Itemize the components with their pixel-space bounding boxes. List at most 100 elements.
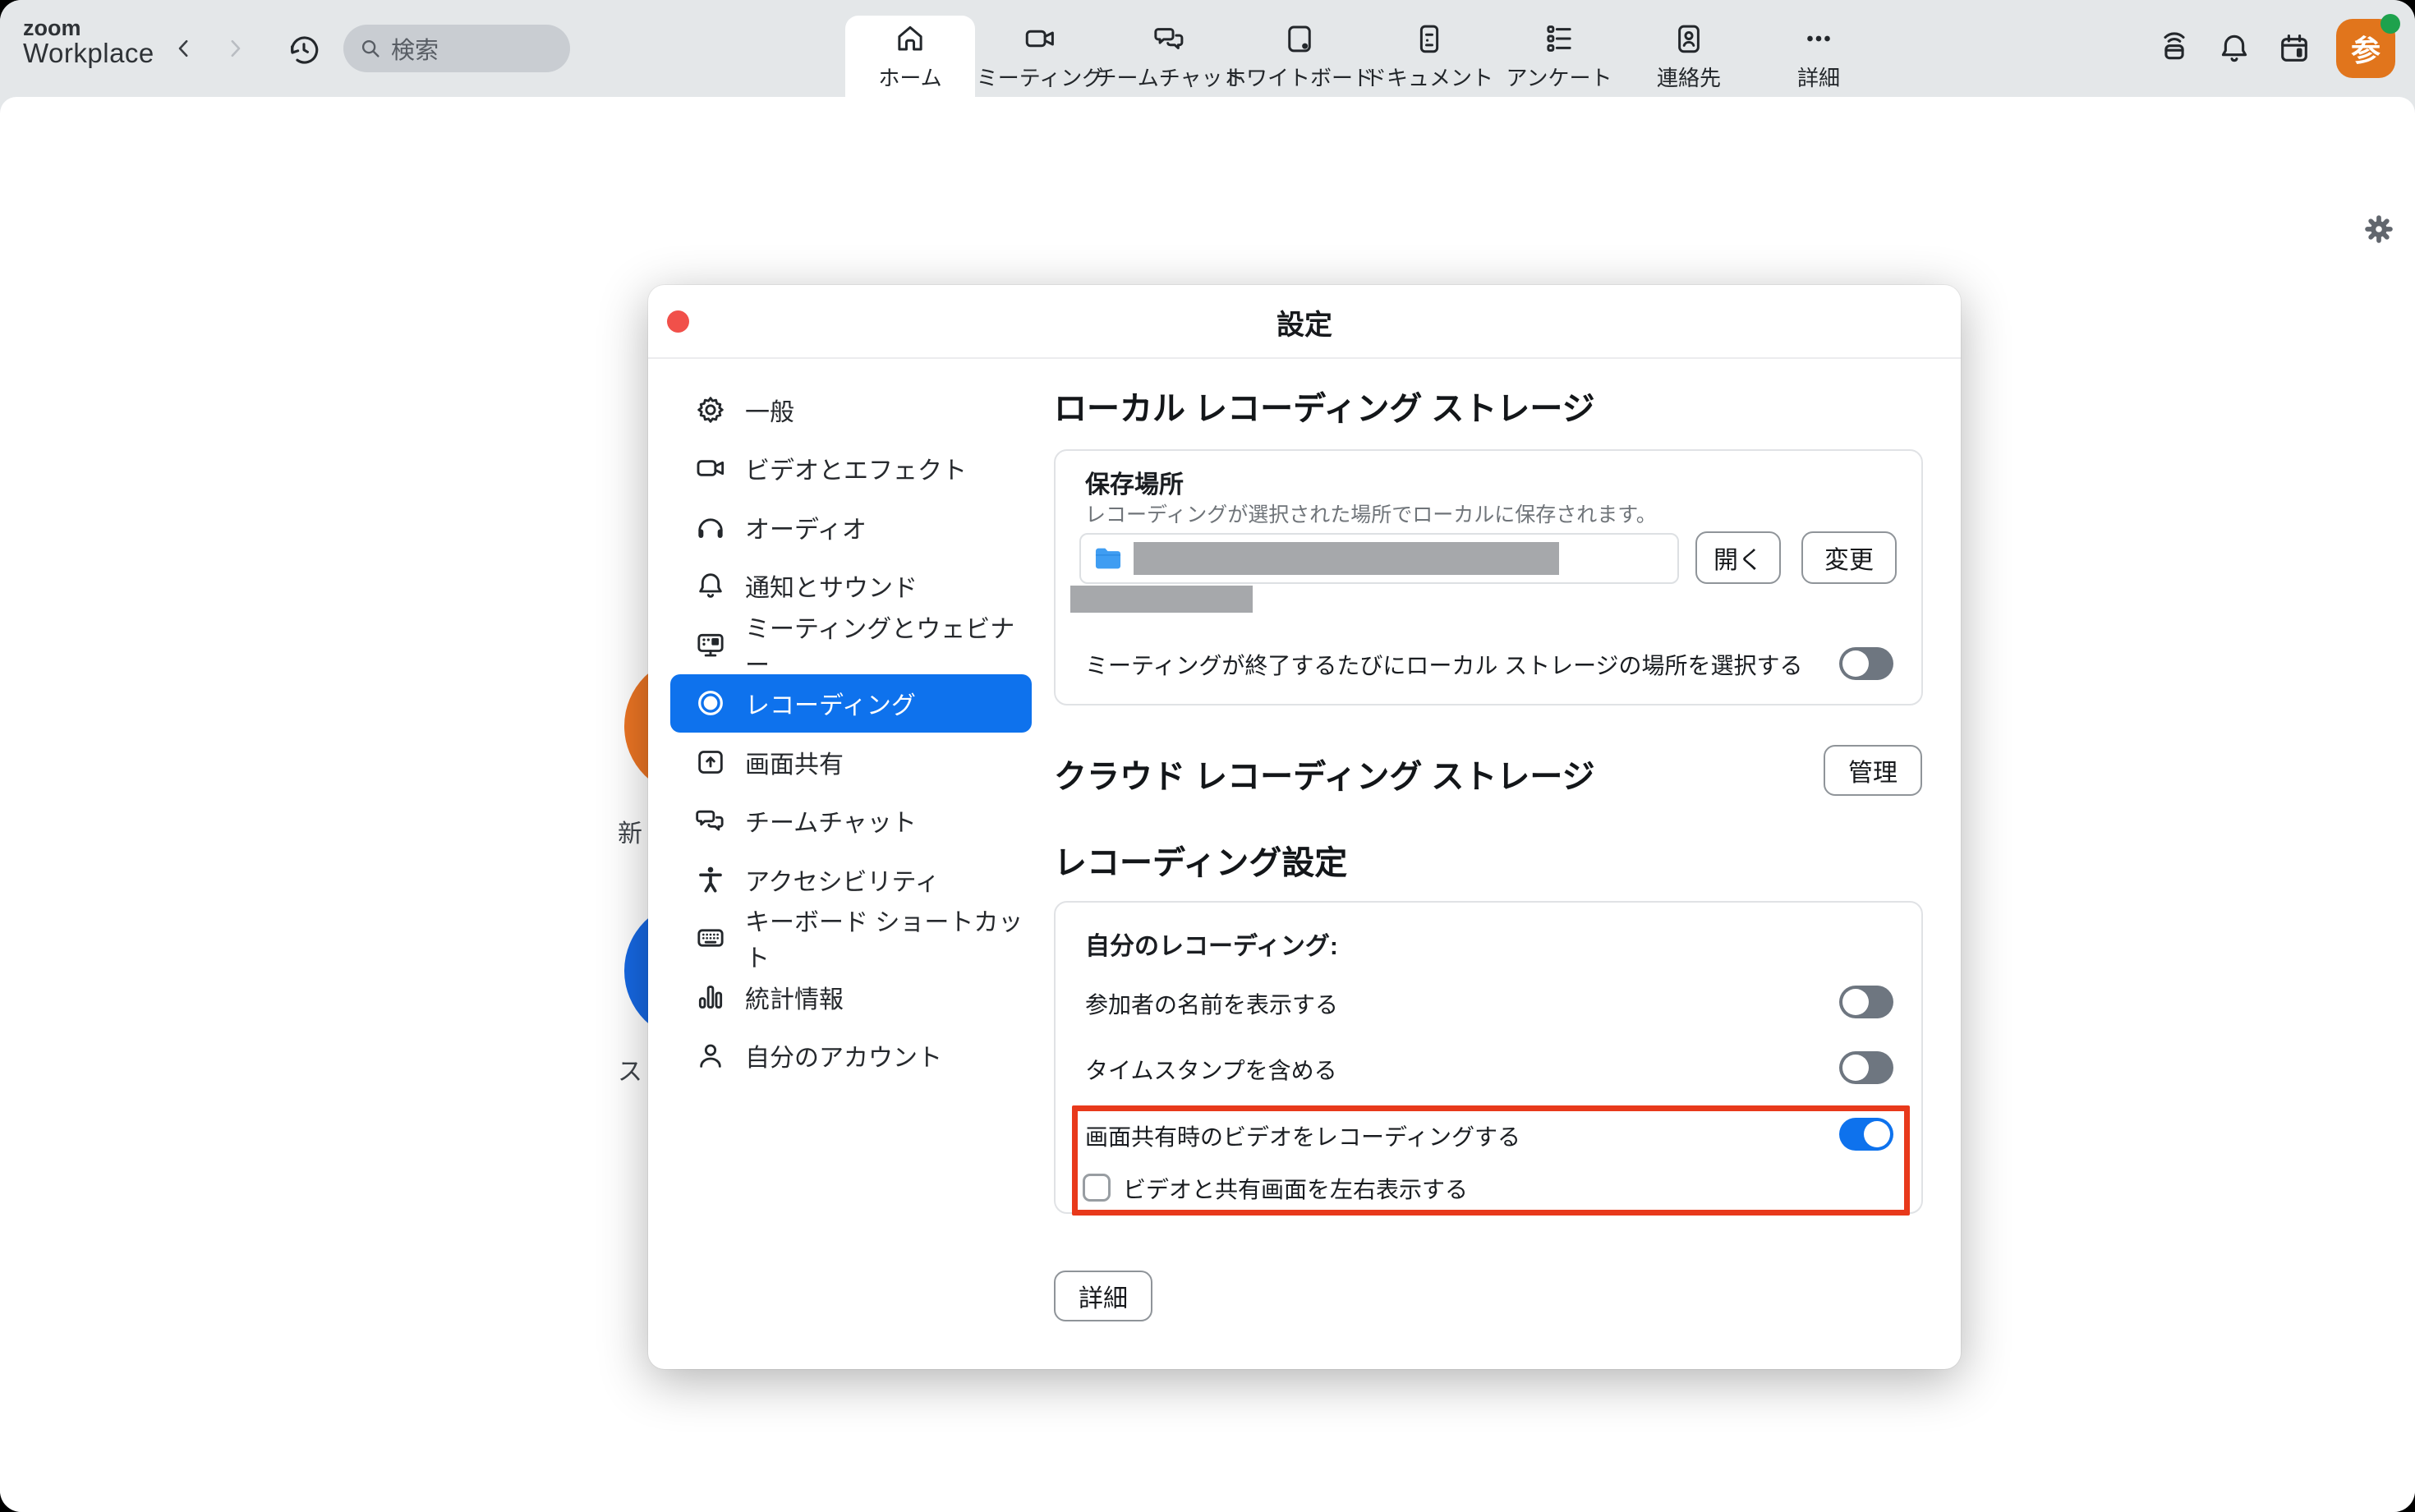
forward-button[interactable]: [218, 32, 251, 65]
home-settings-button[interactable]: [2363, 214, 2394, 245]
record-video-during-share-label: 画面共有時のビデオをレコーディングする: [1085, 1119, 1520, 1152]
sidebar-item-label: 自分のアカウント: [745, 1037, 942, 1073]
local-storage-heading: ローカル レコーディング ストレージ: [1054, 382, 1595, 430]
main-tabs: ホーム ミーティング チームチャット ホワイトボード ドキュメント アンケート: [845, 0, 1884, 97]
dialog-title: 設定: [648, 285, 1961, 359]
close-dialog-button[interactable]: [667, 310, 689, 333]
new-meeting-label-fragment: 新: [618, 813, 642, 849]
change-button[interactable]: 変更: [1801, 531, 1897, 584]
toolbar: zoom Workplace 検索 ホーム: [0, 0, 2415, 97]
manage-button-label: 管理: [1848, 752, 1898, 788]
redacted-path-text: [1134, 542, 1559, 575]
recording-settings-heading: レコーディング設定: [1054, 836, 1347, 884]
save-location-path-field[interactable]: [1079, 533, 1679, 584]
search-icon: [358, 36, 383, 61]
save-location-description: レコーディングが選択された場所でローカルに保存されます。: [1085, 499, 1657, 528]
sidebar-item-my-account[interactable]: 自分のアカウント: [670, 1027, 1032, 1086]
zoom-workplace-logo: zoom Workplace: [23, 16, 154, 68]
settings-dialog: 設定 一般 ビデオとエフェクト オーディオ 通知とサウンド ミーティングとウェビ…: [648, 285, 1961, 1369]
details-button-label: 詳細: [1079, 1278, 1128, 1314]
tab-contacts[interactable]: 連絡先: [1624, 16, 1754, 97]
sidebar-item-label: アクセシビリティ: [745, 862, 940, 898]
more-icon: [1801, 21, 1836, 56]
docs-icon: [1412, 21, 1447, 56]
choose-location-toggle-label: ミーティングが終了するたびにローカル ストレージの場所を選択する: [1085, 648, 1803, 681]
gear-solid-icon: [2363, 214, 2394, 245]
sidebar-item-meetings-webinars[interactable]: ミーティングとウェビナー: [670, 615, 1032, 674]
sidebar-item-label: オーディオ: [745, 509, 867, 545]
save-location-label: 保存場所: [1085, 464, 1184, 500]
keyboard-icon: [694, 921, 727, 954]
record-icon: [694, 687, 727, 719]
gear-icon: [694, 393, 727, 426]
cloud-storage-heading: クラウド レコーディング ストレージ: [1054, 750, 1595, 797]
app-window: zoom Workplace 検索 ホーム: [0, 0, 2415, 1512]
recording-settings-card: 自分のレコーディング: 参加者の名前を表示する タイムスタンプを含める 画面共有…: [1054, 901, 1923, 1214]
tab-label: ホーム: [878, 62, 941, 92]
sidebar-item-label: レコーディング: [745, 685, 916, 721]
sidebar-item-recording[interactable]: レコーディング: [670, 674, 1032, 733]
include-timestamp-toggle[interactable]: [1839, 1051, 1893, 1084]
avatar[interactable]: 参: [2336, 19, 2395, 78]
history-button[interactable]: [286, 31, 322, 67]
sidebar-item-general[interactable]: 一般: [670, 380, 1032, 439]
folder-icon: [1092, 545, 1124, 572]
logo-line2: Workplace: [23, 39, 154, 68]
settings-sidebar: 一般 ビデオとエフェクト オーディオ 通知とサウンド ミーティングとウェビナー …: [648, 380, 1054, 1085]
notifications-button[interactable]: [2216, 30, 2252, 67]
calendar-button[interactable]: [2276, 30, 2312, 67]
sidebar-item-audio[interactable]: オーディオ: [670, 498, 1032, 557]
search-placeholder: 検索: [391, 31, 439, 66]
sidebar-item-statistics[interactable]: 統計情報: [670, 967, 1032, 1027]
home-icon: [893, 21, 927, 56]
connect-room-icon: [2156, 30, 2192, 67]
search-input[interactable]: 検索: [343, 25, 570, 72]
side-by-side-checkbox-label: ビデオと共有画面を左右表示する: [1123, 1172, 1468, 1205]
tab-label: ドキュメント: [1365, 62, 1493, 92]
side-by-side-checkbox[interactable]: [1083, 1174, 1111, 1202]
open-button-label: 開く: [1714, 540, 1763, 576]
sidebar-item-label: ミーティングとウェビナー: [745, 609, 1032, 681]
back-button[interactable]: [168, 32, 200, 65]
tab-home[interactable]: ホーム: [845, 16, 975, 97]
chevron-right-icon: [223, 36, 247, 61]
tab-label: 詳細: [1797, 62, 1840, 92]
record-video-during-share-toggle[interactable]: [1839, 1118, 1893, 1151]
redacted-path-text-2: [1070, 586, 1253, 613]
accessibility-icon: [694, 863, 727, 896]
toolbar-right: 参: [2156, 0, 2395, 97]
choose-location-toggle[interactable]: [1839, 647, 1893, 680]
tab-surveys[interactable]: アンケート: [1494, 16, 1624, 97]
sidebar-item-accessibility[interactable]: アクセシビリティ: [670, 850, 1032, 909]
include-timestamp-label: タイムスタンプを含める: [1085, 1053, 1337, 1086]
account-icon: [694, 1039, 727, 1072]
tab-docs[interactable]: ドキュメント: [1364, 16, 1494, 97]
show-participant-names-toggle[interactable]: [1839, 986, 1893, 1018]
tab-more[interactable]: 詳細: [1754, 16, 1884, 97]
sidebar-item-label: キーボード ショートカット: [745, 902, 1032, 974]
tab-whiteboard[interactable]: ホワイトボード: [1235, 16, 1364, 97]
sidebar-item-video-effects[interactable]: ビデオとエフェクト: [670, 439, 1032, 499]
open-button[interactable]: 開く: [1695, 531, 1781, 584]
tab-meetings[interactable]: ミーティング: [975, 16, 1105, 97]
sidebar-item-label: チームチャット: [745, 802, 917, 839]
history-icon: [286, 31, 322, 67]
sidebar-item-label: 画面共有: [745, 744, 844, 780]
sidebar-item-label: 一般: [745, 392, 794, 428]
sidebar-item-share-screen[interactable]: 画面共有: [670, 733, 1032, 792]
sidebar-item-keyboard-shortcuts[interactable]: キーボード ショートカット: [670, 909, 1032, 968]
sidebar-item-label: 統計情報: [745, 979, 844, 1015]
tab-team-chat[interactable]: チームチャット: [1105, 16, 1235, 97]
connect-room-button[interactable]: [2156, 30, 2192, 67]
whiteboard-icon: [1282, 21, 1317, 56]
bell-icon: [2216, 30, 2252, 67]
details-button[interactable]: 詳細: [1054, 1271, 1152, 1321]
bell-icon: [694, 569, 727, 602]
meetings-icon: [1023, 21, 1057, 56]
logo-line1: zoom: [23, 16, 154, 39]
my-recordings-label: 自分のレコーディング:: [1085, 926, 1338, 962]
sidebar-item-team-chat[interactable]: チームチャット: [670, 792, 1032, 851]
manage-button[interactable]: 管理: [1824, 745, 1922, 796]
sidebar-item-notifications[interactable]: 通知とサウンド: [670, 557, 1032, 616]
chevron-left-icon: [172, 36, 196, 61]
